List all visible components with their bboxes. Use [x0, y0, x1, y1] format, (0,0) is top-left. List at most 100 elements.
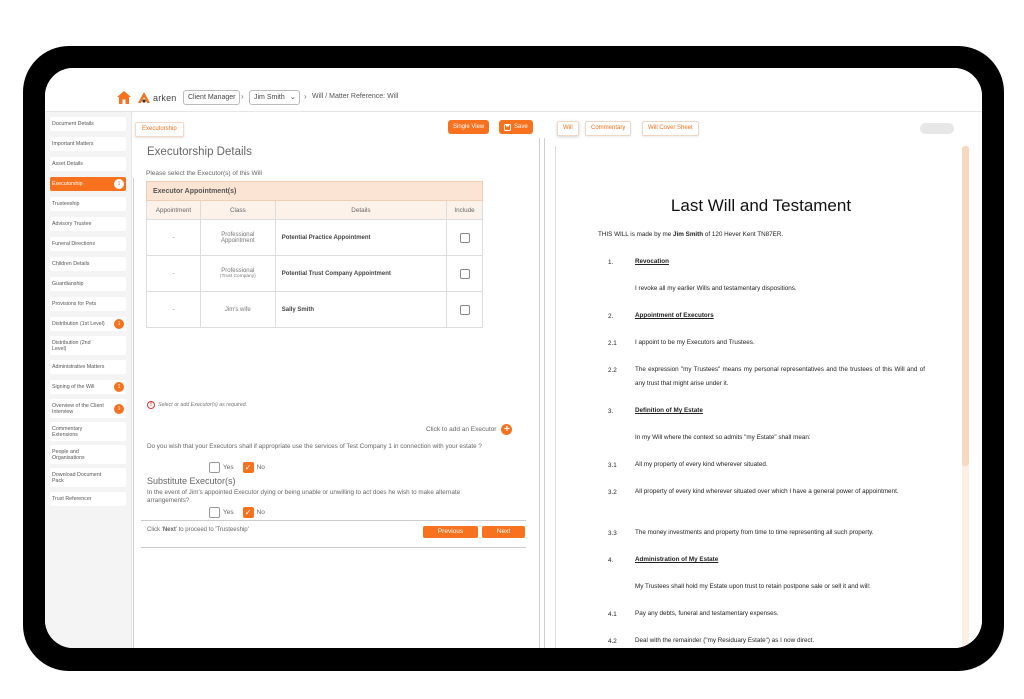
- sidebar-item-trusteeship[interactable]: Trusteeship: [50, 197, 126, 211]
- include-cell: [446, 291, 483, 328]
- sidebar-item-executorship[interactable]: Executorship 1: [50, 177, 126, 191]
- yes-checkbox[interactable]: [209, 462, 220, 473]
- sidebar-item-label: People and Organisations: [52, 448, 85, 461]
- section-number: 3.3: [608, 530, 617, 537]
- class-cell: Professional Appointment: [199, 219, 276, 256]
- view-toggle[interactable]: [920, 123, 954, 134]
- sidebar-item-provisions-for-pets[interactable]: Provisions for Pets: [50, 297, 126, 311]
- home-icon[interactable]: [117, 91, 131, 104]
- panel-splitter[interactable]: [539, 138, 540, 648]
- yes-label: Yes: [223, 509, 234, 516]
- tab-executorship[interactable]: Executorship: [135, 122, 184, 137]
- save-icon: [504, 123, 511, 131]
- sidebar-item-funeral-directions[interactable]: Funeral Directions: [50, 237, 126, 251]
- column-header: Class: [199, 200, 276, 220]
- section-number: 2.1: [608, 340, 617, 347]
- sidebar-item-administrative-matters[interactable]: Administrative Matters: [50, 360, 126, 374]
- question-test-company: Do you wish that your Executors shall if…: [147, 443, 482, 450]
- page-title: Executorship Details: [147, 146, 252, 158]
- sidebar-item-advisory-trustee[interactable]: Advisory Trustee: [50, 217, 126, 231]
- sidebar-item-download-document-pack[interactable]: Download Document Pack: [50, 468, 126, 487]
- sidebar-item-label: Important Matters: [52, 141, 94, 147]
- will-document: Last Will and Testament THIS WILL is mad…: [555, 146, 965, 648]
- breadcrumb-separator-icon: ›: [241, 92, 244, 101]
- section-number: 4.: [608, 557, 614, 564]
- arken-logo-icon: [138, 92, 150, 103]
- form-panel: Executorship Single View Save Executorsh…: [133, 112, 545, 648]
- next-hint-suffix: ' to proceed to 'Trusteeship': [175, 527, 249, 533]
- section-text: The expression "my Trustees" means my pe…: [635, 366, 925, 387]
- status-badge: 1: [114, 319, 124, 329]
- appointment-cell: -: [146, 255, 201, 292]
- sidebar-item-guardianship[interactable]: Guardianship: [50, 277, 126, 291]
- sidebar-item-distribution-2nd[interactable]: Distribution (2nd Level): [50, 336, 126, 355]
- sidebar-item-label: Document Details: [52, 121, 94, 127]
- executor-table: Executor Appointment(s) Appointment Clas…: [146, 181, 483, 328]
- include-checkbox[interactable]: [459, 268, 470, 279]
- sidebar-item-people-and-organisations[interactable]: People and Organisations: [50, 445, 126, 464]
- section-text: In my Will where the context so admits "…: [635, 434, 811, 441]
- client-selector-label: Jim Smith: [254, 94, 285, 101]
- section-text: All my property of every kind wherever s…: [635, 461, 768, 468]
- table-row: - Professional (Trust Company) Potential…: [146, 255, 483, 292]
- scrollbar-thumb[interactable]: [962, 146, 969, 466]
- question1-options: Yes ✓ No: [209, 462, 265, 473]
- sidebar-item-children-details[interactable]: Children Details: [50, 257, 126, 271]
- sidebar-item-important-matters[interactable]: Important Matters: [50, 137, 126, 151]
- sidebar-item-distribution-1st[interactable]: Distribution (1st Level) 1: [50, 317, 126, 331]
- client-manager-button[interactable]: Client Manager: [183, 90, 241, 105]
- sidebar-item-document-details[interactable]: Document Details: [50, 117, 126, 131]
- section-text: The money investments and property from …: [635, 529, 874, 536]
- sidebar-item-label: Download Document Pack: [52, 471, 102, 484]
- tab-commentary[interactable]: Commentary: [585, 121, 632, 136]
- sidebar-item-signing-of-the-will[interactable]: Signing of the Will 1: [50, 380, 126, 394]
- sidebar-item-trust-referencer[interactable]: Trust Referencer: [50, 492, 126, 506]
- sidebar-item-label: Commentary Extensions: [52, 425, 83, 438]
- sidebar-item-asset-details[interactable]: Asset Details: [50, 157, 126, 171]
- arken-logo: arken: [137, 91, 177, 105]
- tab-will[interactable]: Will: [557, 121, 579, 136]
- yes-checkbox[interactable]: [209, 507, 220, 518]
- section-heading: Administration of My Estate: [635, 556, 719, 563]
- section-heading: Revocation: [635, 258, 669, 265]
- breadcrumb-separator-icon: ›: [304, 92, 307, 101]
- no-checkbox[interactable]: ✓: [242, 462, 254, 473]
- include-cell: [446, 255, 483, 292]
- validation-warning: ! Select or add Executor(s) as required.: [147, 401, 247, 409]
- status-badge: 1: [114, 403, 124, 414]
- chevron-down-icon: ⌄: [289, 94, 296, 101]
- sidebar-item-label: Children Details: [52, 261, 90, 267]
- include-checkbox[interactable]: [459, 232, 470, 243]
- sidebar-item-label: Overview of the Client Interview: [52, 402, 104, 415]
- form-subtitle: Please select the Executor(s) of this Wi…: [146, 170, 262, 177]
- class-cell: Professional (Trust Company): [199, 255, 276, 292]
- tab-will-cover-sheet[interactable]: Will Cover Sheet: [642, 121, 699, 136]
- sidebar-item-label: Asset Details: [52, 161, 83, 167]
- previous-button[interactable]: Previous: [423, 526, 478, 538]
- table-caption: Executor Appointment(s): [146, 181, 483, 201]
- intro-name: Jim Smith: [673, 231, 704, 238]
- next-button[interactable]: Next: [482, 526, 525, 538]
- plus-icon: +: [501, 424, 513, 435]
- intro-prefix: THIS WILL is made by me: [598, 231, 672, 238]
- sidebar-item-label: Administrative Matters: [52, 364, 105, 370]
- sidebar-item-label: Advisory Trustee: [52, 221, 92, 227]
- section-number: 4.2: [608, 638, 617, 645]
- column-header: Appointment: [146, 200, 201, 220]
- class-cell: Jim's wife: [199, 291, 276, 328]
- add-executor-button[interactable]: Click to add an Executor +: [426, 424, 513, 435]
- warning-text: Select or add Executor(s) as required.: [158, 402, 248, 408]
- save-button[interactable]: Save: [499, 120, 533, 134]
- section-heading: Appointment of Executors: [635, 312, 714, 319]
- sidebar-item-label: Distribution (1st Level): [52, 321, 105, 327]
- sidebar-item-commentary-extensions[interactable]: Commentary Extensions: [50, 422, 126, 441]
- details-cell: Potential Practice Appointment: [274, 219, 448, 256]
- client-selector-dropdown[interactable]: Jim Smith ⌄: [249, 90, 300, 105]
- single-view-button[interactable]: Single View: [448, 120, 490, 134]
- document-scrollbar[interactable]: [962, 146, 969, 648]
- section-text: My Trustees shall hold my Estate upon tr…: [635, 583, 871, 590]
- no-checkbox[interactable]: ✓: [242, 507, 254, 518]
- no-label: No: [256, 464, 265, 471]
- include-checkbox[interactable]: [459, 304, 470, 315]
- sidebar-item-client-interview[interactable]: Overview of the Client Interview 1: [50, 399, 126, 418]
